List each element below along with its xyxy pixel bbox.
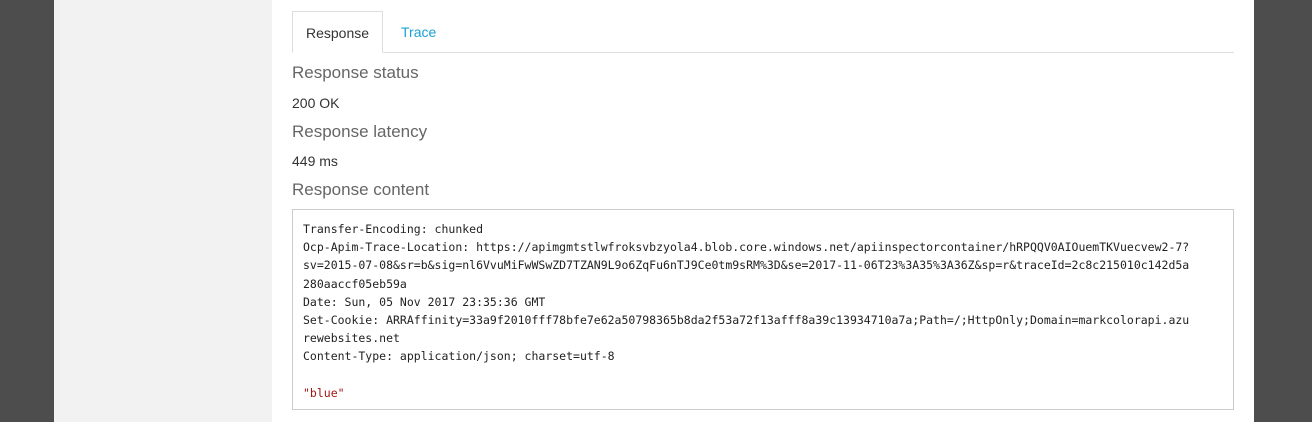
response-status-value: 200 OK — [292, 95, 340, 111]
response-content-box[interactable]: Transfer-Encoding: chunked Ocp-Apim-Trac… — [292, 209, 1234, 410]
header-line: rewebsites.net — [303, 331, 400, 346]
response-body-value: "blue" — [303, 385, 345, 400]
header-line: sv=2015-07-08&sr=b&sig=nl6VvuMiFwWSwZD7T… — [303, 258, 1190, 273]
header-line: 280aaccf05eb59a — [303, 276, 407, 291]
response-content-heading: Response content — [292, 180, 430, 199]
response-panel: Response Trace Response status 200 OK Re… — [272, 0, 1254, 422]
tab-response[interactable]: Response — [292, 11, 383, 53]
response-latency-heading: Response latency — [292, 122, 428, 141]
header-line: Date: Sun, 05 Nov 2017 23:35:36 GMT — [303, 294, 546, 309]
tab-trace[interactable]: Trace — [386, 11, 451, 52]
header-line: Ocp-Apim-Trace-Location: https://apimgmt… — [303, 240, 1190, 255]
page-background: Response Trace Response status 200 OK Re… — [54, 0, 1254, 422]
header-line: Transfer-Encoding: chunked — [303, 222, 484, 236]
tab-bar: Response Trace — [292, 11, 1234, 53]
response-status-heading: Response status — [292, 63, 419, 82]
header-line: Content-Type: application/json; charset=… — [303, 349, 615, 364]
header-line: Set-Cookie: ARRAffinity=33a9f2010fff78bf… — [303, 313, 1190, 328]
response-latency-value: 449 ms — [292, 153, 338, 169]
